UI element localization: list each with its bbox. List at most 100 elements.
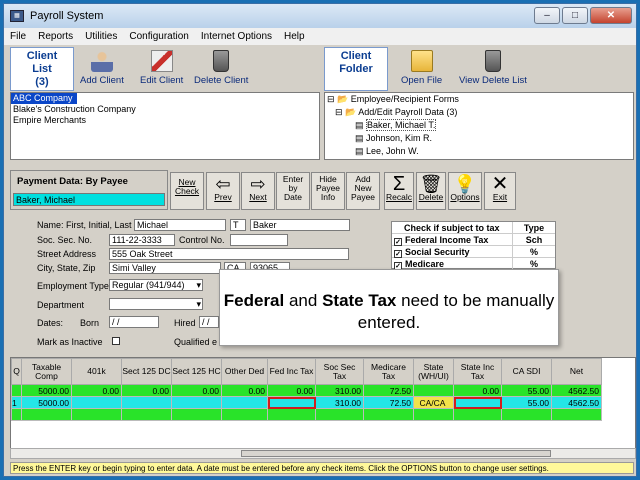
- prev-button[interactable]: ⇦ Prev: [206, 172, 240, 210]
- menu-reports[interactable]: Reports: [32, 31, 79, 42]
- open-file-button[interactable]: Open File: [401, 50, 442, 86]
- cell[interactable]: 0.00: [453, 384, 502, 397]
- tree-employee[interactable]: ▤ Baker, Michael T.: [325, 119, 633, 132]
- table-row[interactable]: 5000.00 0.00 0.00 0.00 0.00 0.00 310.00 …: [11, 384, 602, 397]
- fed-inc-tax-input-cell[interactable]: [267, 396, 316, 409]
- options-button[interactable]: 💡 Options: [448, 172, 482, 210]
- next-button[interactable]: ⇨ Next: [241, 172, 275, 210]
- menu-internet-options[interactable]: Internet Options: [195, 31, 278, 42]
- hired-field[interactable]: / /: [199, 316, 219, 328]
- inactive-label: Mark as Inactive: [37, 337, 103, 347]
- last-name-field[interactable]: Baker: [250, 219, 350, 231]
- add-client-button[interactable]: Add Client: [80, 50, 124, 86]
- born-field[interactable]: / /: [109, 316, 159, 328]
- cell[interactable]: 0.00: [71, 384, 122, 397]
- tree-child[interactable]: ⊟ 📂 Add/Edit Payroll Data (3): [325, 106, 633, 119]
- medicare-type[interactable]: %: [512, 258, 555, 269]
- delete-button[interactable]: 🗑 Delete: [416, 172, 446, 210]
- client-item[interactable]: ABC Company: [11, 93, 77, 104]
- control-field[interactable]: [230, 234, 288, 246]
- hide-payee-info-button[interactable]: Hide Payee Info: [311, 172, 345, 210]
- cell[interactable]: CA/CA: [413, 396, 454, 409]
- menu-bar: File Reports Utilities Configuration Int…: [4, 28, 636, 45]
- add-new-payee-button[interactable]: Add New Payee: [346, 172, 380, 210]
- document-icon: ▤: [355, 146, 364, 156]
- cell[interactable]: 55.00: [501, 396, 552, 409]
- table-row[interactable]: [11, 408, 602, 421]
- col-header: Medicare Tax: [363, 358, 414, 385]
- cell[interactable]: 5000.00: [21, 384, 72, 397]
- cell[interactable]: 4562.50: [551, 396, 602, 409]
- menu-utilities[interactable]: Utilities: [79, 31, 123, 42]
- maximize-button[interactable]: □: [562, 7, 588, 24]
- trash-icon: 🗑: [419, 174, 443, 194]
- inactive-checkbox[interactable]: [112, 337, 120, 345]
- scroll-thumb[interactable]: [241, 450, 551, 457]
- client-item[interactable]: Blake's Construction Company: [11, 104, 319, 115]
- cell[interactable]: 0.00: [171, 384, 222, 397]
- exit-button[interactable]: ✕ Exit: [484, 172, 516, 210]
- fed-tax-checkbox[interactable]: ✓: [394, 238, 402, 246]
- cell[interactable]: 55.00: [501, 384, 552, 397]
- cell[interactable]: 72.50: [363, 396, 414, 409]
- cell[interactable]: 4562.50: [551, 384, 602, 397]
- sigma-icon: Σ: [392, 173, 406, 195]
- cell[interactable]: [221, 396, 268, 409]
- first-name-field[interactable]: Michael: [134, 219, 226, 231]
- tree-employee[interactable]: ▤ Lee, John W.: [325, 145, 633, 158]
- dept-select[interactable]: ▾: [109, 298, 203, 310]
- cell[interactable]: 310.00: [315, 384, 364, 397]
- client-list-button[interactable]: Client List (3): [10, 47, 74, 91]
- ssn-field[interactable]: 111-22-3333: [109, 234, 175, 246]
- city-field[interactable]: Simi Valley: [109, 262, 221, 274]
- minimize-button[interactable]: –: [534, 7, 560, 24]
- emp-type-select[interactable]: Regular (941/944) ▾: [109, 279, 203, 291]
- state-inc-tax-input-cell[interactable]: [453, 396, 502, 409]
- collapse-icon[interactable]: ⊟: [327, 94, 335, 104]
- new-check-button[interactable]: New Check: [170, 172, 204, 210]
- horizontal-scrollbar[interactable]: [10, 448, 636, 459]
- tree-employee[interactable]: ▤ Johnson, Kim R.: [325, 132, 633, 145]
- recalc-button[interactable]: Σ Recalc: [384, 172, 414, 210]
- born-label: Born: [80, 318, 100, 328]
- options-label: Options: [450, 192, 480, 202]
- collapse-icon[interactable]: ⊟: [335, 107, 343, 117]
- ss-type[interactable]: %: [512, 246, 555, 257]
- cell[interactable]: 1: [11, 396, 22, 409]
- client-item[interactable]: Empire Merchants: [11, 115, 319, 126]
- client-listbox[interactable]: ABC Company Blake's Construction Company…: [10, 92, 320, 160]
- initial-field[interactable]: T: [230, 219, 246, 231]
- menu-help[interactable]: Help: [278, 31, 311, 42]
- close-button[interactable]: ✕: [590, 7, 632, 24]
- city-label: City, State, Zip: [37, 263, 96, 273]
- cell[interactable]: 310.00: [315, 396, 364, 409]
- ss-checkbox[interactable]: ✓: [394, 250, 402, 258]
- client-folder-label: Client Folder: [339, 50, 373, 75]
- folder-icon: 📂: [337, 94, 349, 104]
- client-folder-button[interactable]: Client Folder: [324, 47, 388, 91]
- enter-by-date-button[interactable]: Enter by Date: [276, 172, 310, 210]
- cell[interactable]: 0.00: [121, 384, 172, 397]
- dept-label: Department: [37, 300, 85, 310]
- status-bar: Press the ENTER key or begin typing to e…: [10, 462, 634, 474]
- cell[interactable]: [171, 396, 222, 409]
- cell[interactable]: [11, 384, 22, 397]
- payee-field[interactable]: Baker, Michael: [13, 193, 165, 206]
- edit-client-button[interactable]: Edit Client: [140, 50, 183, 86]
- tree-root[interactable]: ⊟ 📂 Employee/Recipient Forms: [325, 93, 633, 106]
- delete-client-button[interactable]: Delete Client: [194, 50, 248, 86]
- cell[interactable]: 0.00: [221, 384, 268, 397]
- menu-file[interactable]: File: [4, 31, 32, 42]
- cell[interactable]: [121, 396, 172, 409]
- cell[interactable]: 72.50: [363, 384, 414, 397]
- cell[interactable]: 0.00: [267, 384, 316, 397]
- street-field[interactable]: 555 Oak Street: [109, 248, 349, 260]
- menu-configuration[interactable]: Configuration: [123, 31, 194, 42]
- folder-tree[interactable]: ⊟ 📂 Employee/Recipient Forms ⊟ 📂 Add/Edi…: [324, 92, 634, 160]
- cell[interactable]: [413, 384, 454, 397]
- cell[interactable]: 5000.00: [21, 396, 72, 409]
- cell[interactable]: [71, 396, 122, 409]
- fed-tax-type[interactable]: Sch: [512, 234, 555, 245]
- view-delete-list-button[interactable]: View Delete List: [459, 50, 527, 86]
- table-row[interactable]: 1 5000.00 310.00 72.50 CA/CA 55.00 4562.…: [11, 396, 602, 409]
